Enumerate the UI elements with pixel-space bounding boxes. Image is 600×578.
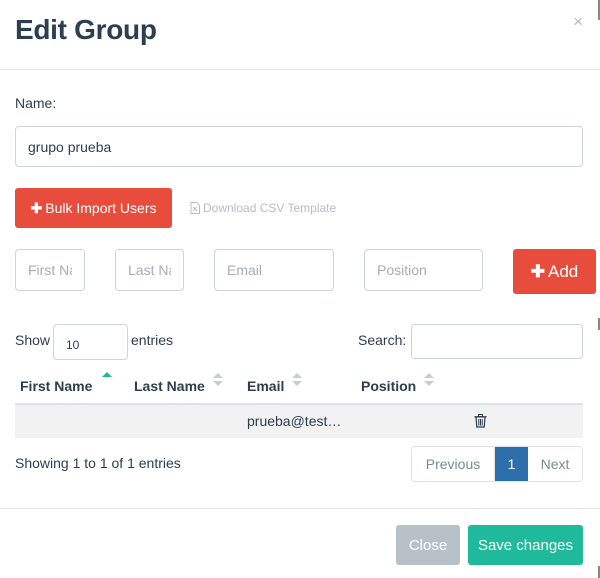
pagination-next[interactable]: Next bbox=[528, 447, 582, 481]
modal-header: Edit Group × bbox=[0, 0, 600, 70]
sort-icon[interactable] bbox=[292, 373, 302, 387]
position-input[interactable] bbox=[364, 249, 483, 291]
save-changes-button[interactable]: Save changes bbox=[468, 525, 583, 565]
entries-label: entries bbox=[131, 332, 174, 348]
plus-icon: ✚ bbox=[530, 261, 545, 281]
email-input[interactable] bbox=[214, 249, 334, 291]
download-csv-template-link[interactable]: Download CSV Template bbox=[190, 201, 336, 215]
table-info: Showing 1 to 1 of 1 entries bbox=[15, 455, 181, 471]
file-icon bbox=[190, 202, 200, 214]
last-name-input[interactable] bbox=[115, 249, 184, 291]
entries-per-page-select[interactable] bbox=[53, 324, 128, 360]
table-row: prueba@test… bbox=[15, 405, 583, 438]
search-label: Search: bbox=[358, 332, 407, 348]
group-name-input[interactable] bbox=[15, 126, 583, 167]
sort-icon[interactable] bbox=[102, 372, 112, 386]
table-header: First Name Last Name Email Position bbox=[15, 368, 583, 405]
column-header-position[interactable]: Position bbox=[361, 378, 416, 394]
trash-icon[interactable] bbox=[474, 414, 487, 428]
bulk-import-users-button[interactable]: ✚ Bulk Import Users bbox=[15, 188, 172, 228]
cell-email: prueba@test… bbox=[247, 413, 342, 429]
name-label: Name: bbox=[15, 95, 57, 111]
close-button[interactable]: Close bbox=[396, 525, 460, 565]
pagination-previous[interactable]: Previous bbox=[412, 447, 495, 481]
column-header-last-name[interactable]: Last Name bbox=[134, 378, 205, 394]
show-label: Show bbox=[15, 332, 51, 348]
sort-icon[interactable] bbox=[213, 373, 223, 387]
first-name-input[interactable] bbox=[15, 249, 85, 291]
sort-icon[interactable] bbox=[424, 373, 434, 387]
close-icon[interactable]: × bbox=[573, 12, 583, 32]
search-input[interactable] bbox=[411, 324, 583, 359]
add-button[interactable]: ✚ Add bbox=[513, 249, 596, 294]
modal-title: Edit Group bbox=[15, 14, 157, 45]
modal-footer: Close Save changes bbox=[0, 508, 600, 578]
edit-group-modal: Edit Group × Name: ✚ Bulk Import Users D… bbox=[0, 0, 600, 578]
column-header-email[interactable]: Email bbox=[247, 378, 284, 394]
pagination-page-1[interactable]: 1 bbox=[495, 447, 528, 481]
column-header-first-name[interactable]: First Name bbox=[20, 378, 92, 394]
pagination: Previous 1 Next bbox=[411, 446, 583, 482]
bulk-import-label: Bulk Import Users bbox=[45, 200, 157, 216]
csv-template-label: Download CSV Template bbox=[203, 201, 337, 215]
add-label: Add bbox=[548, 261, 579, 281]
plus-icon: ✚ bbox=[30, 199, 43, 216]
